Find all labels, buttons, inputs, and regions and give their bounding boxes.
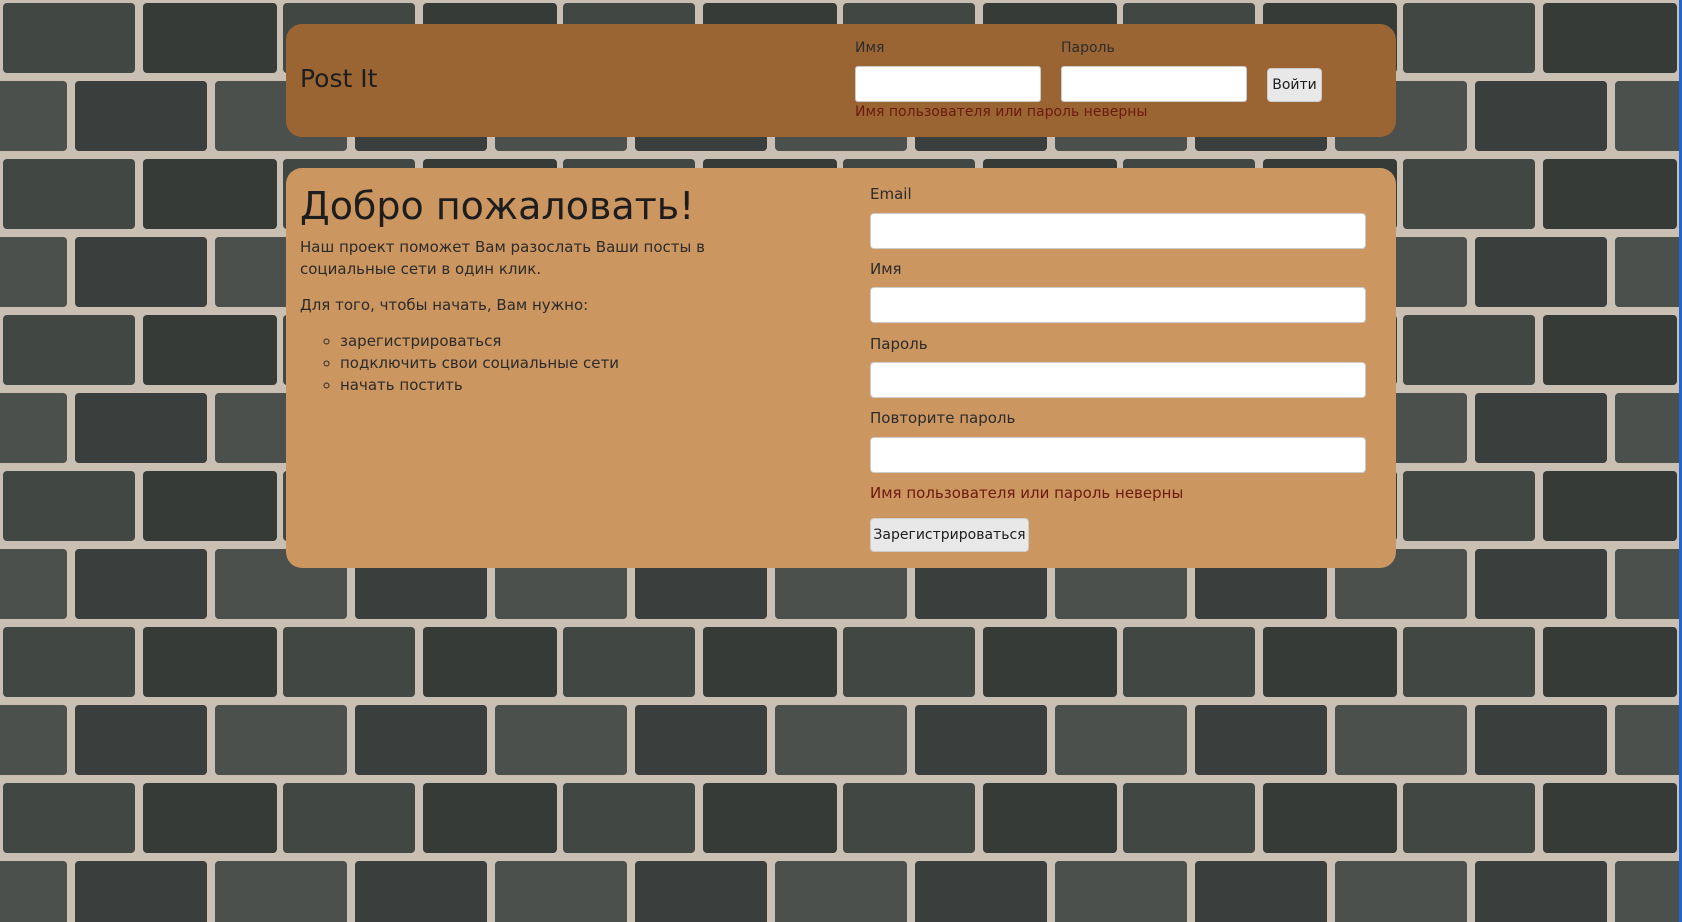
login-password-input[interactable] [1061, 66, 1247, 102]
steps-list: зарегистрироваться подключить свои социа… [308, 330, 619, 396]
welcome-title: Добро пожаловать! [300, 184, 695, 228]
name-field[interactable] [870, 287, 1366, 323]
login-username-input[interactable] [855, 66, 1041, 102]
login-button[interactable]: Войти [1267, 68, 1322, 102]
register-error-message: Имя пользователя или пароль неверны [870, 484, 1184, 502]
login-username-label: Имя [855, 40, 885, 56]
repeat-password-label: Повторите пароль [870, 409, 1016, 427]
brand-title: Post It [300, 64, 378, 93]
register-button[interactable]: Зарегистрироваться [870, 518, 1029, 552]
password-label: Пароль [870, 335, 928, 353]
repeat-password-field[interactable] [870, 437, 1366, 473]
header-login-panel: Post It Имя Пароль Войти Имя пользовател… [286, 24, 1396, 137]
intro-text: Наш проект поможет Вам разослать Ваши по… [300, 238, 705, 278]
login-password-label: Пароль [1061, 40, 1115, 56]
name-label: Имя [870, 260, 902, 278]
main-panel: Добро пожаловать! Наш проект поможет Вам… [286, 168, 1396, 568]
page: Post It Имя Пароль Войти Имя пользовател… [0, 0, 1682, 922]
step-start-posting: начать постить [340, 374, 619, 396]
email-field[interactable] [870, 213, 1366, 249]
step-connect-networks: подключить свои социальные сети [340, 352, 619, 374]
password-field[interactable] [870, 362, 1366, 398]
email-label: Email [870, 185, 912, 203]
step-register: зарегистрироваться [340, 330, 619, 352]
steps-intro-text: Для того, чтобы начать, Вам нужно: [300, 296, 589, 314]
login-error-message: Имя пользователя или пароль неверны [855, 104, 1148, 120]
